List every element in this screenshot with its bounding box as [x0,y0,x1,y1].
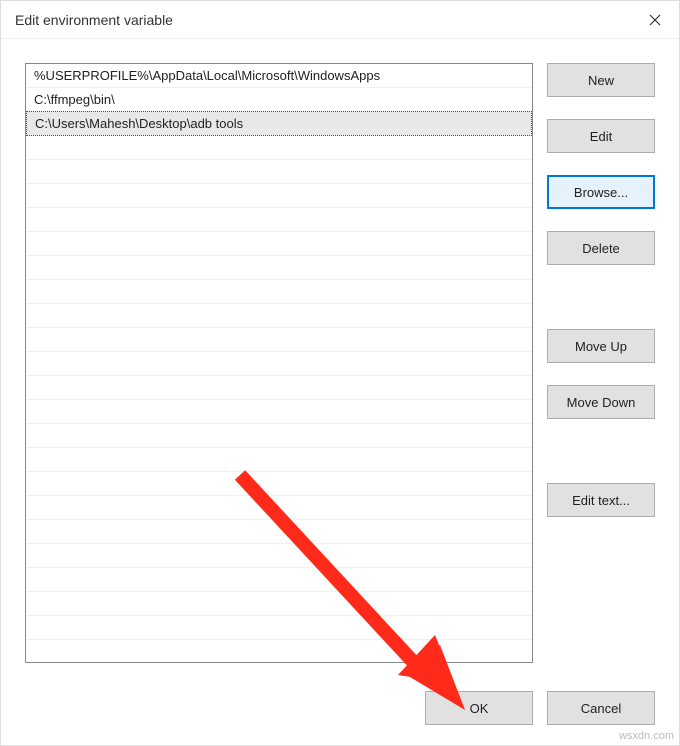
list-item-empty[interactable] [26,352,532,376]
move-down-button[interactable]: Move Down [547,385,655,419]
list-item-empty[interactable] [26,160,532,184]
move-up-button[interactable]: Move Up [547,329,655,363]
list-item-empty[interactable] [26,136,532,160]
list-item[interactable]: C:\Users\Mahesh\Desktop\adb tools [26,111,532,136]
path-listbox[interactable]: %USERPROFILE%\AppData\Local\Microsoft\Wi… [25,63,533,663]
list-item-empty[interactable] [26,184,532,208]
list-item-empty[interactable] [26,616,532,640]
ok-button[interactable]: OK [425,691,533,725]
edit-button[interactable]: Edit [547,119,655,153]
list-item-empty[interactable] [26,280,532,304]
delete-button[interactable]: Delete [547,231,655,265]
side-button-column: New Edit Browse... Delete Move Up Move D… [547,63,655,673]
list-item-empty[interactable] [26,256,532,280]
list-item-empty[interactable] [26,496,532,520]
list-item-empty[interactable] [26,232,532,256]
list-item-empty[interactable] [26,376,532,400]
list-item-empty[interactable] [26,448,532,472]
dialog-window: Edit environment variable %USERPROFILE%\… [0,0,680,746]
list-item-empty[interactable] [26,304,532,328]
browse-button[interactable]: Browse... [547,175,655,209]
list-item-empty[interactable] [26,208,532,232]
cancel-button[interactable]: Cancel [547,691,655,725]
list-item-empty[interactable] [26,520,532,544]
list-item-empty[interactable] [26,400,532,424]
window-title: Edit environment variable [15,12,173,28]
close-button[interactable] [631,1,679,39]
new-button[interactable]: New [547,63,655,97]
list-item-empty[interactable] [26,544,532,568]
list-item-empty[interactable] [26,592,532,616]
close-icon [649,14,661,26]
list-item-empty[interactable] [26,472,532,496]
titlebar: Edit environment variable [1,1,679,39]
list-item-empty[interactable] [26,568,532,592]
watermark: wsxdn.com [619,730,674,742]
list-item-empty[interactable] [26,328,532,352]
list-item[interactable]: C:\ffmpeg\bin\ [26,88,532,112]
list-item-empty[interactable] [26,424,532,448]
edit-text-button[interactable]: Edit text... [547,483,655,517]
content-area: %USERPROFILE%\AppData\Local\Microsoft\Wi… [1,39,679,691]
list-item[interactable]: %USERPROFILE%\AppData\Local\Microsoft\Wi… [26,64,532,88]
bottom-bar: OK Cancel [1,691,679,745]
